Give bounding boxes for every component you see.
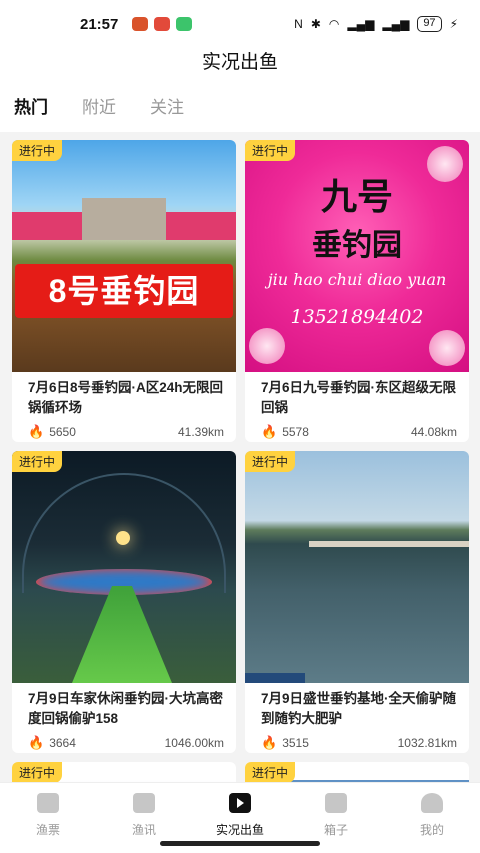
- app-notification-icon: [154, 17, 171, 31]
- status-right: N ✱ ◠ ▂▄▆ ▂▄▆ 97 ⚡: [294, 16, 458, 32]
- live-status-badge: 进行中: [245, 762, 296, 782]
- feed-card[interactable]: 进行中 8号垂钓园 7月6日8号垂钓园·A区24h无限回锅循环场 🔥 5650 …: [12, 140, 236, 442]
- battery-icon: 97: [417, 16, 442, 32]
- view-count: 5578: [282, 425, 309, 439]
- thumbnail-text-line: 垂钓园: [312, 228, 402, 263]
- boat-shape: [245, 673, 305, 683]
- card-title: 7月9日盛世垂钓基地·全天偷驴随到随钓大肥驴: [261, 691, 457, 726]
- walkway-shape: [72, 586, 172, 683]
- distance: 44.08km: [410, 425, 457, 439]
- fire-icon: 🔥: [261, 735, 278, 750]
- nav-profile[interactable]: 我的: [384, 783, 480, 853]
- bluetooth-icon: ✱: [310, 17, 321, 31]
- tab-hot[interactable]: 热门: [14, 88, 48, 132]
- flower-decoration: [249, 328, 285, 364]
- thumbnail-text-line: 九号: [320, 176, 393, 218]
- light-shape: [116, 531, 130, 545]
- live-status-badge: 进行中: [245, 451, 296, 472]
- bottom-navigation: 渔票 渔讯 实况出鱼 箱子 我的: [0, 782, 480, 853]
- flower-decoration: [429, 330, 465, 366]
- view-count: 3515: [282, 736, 309, 750]
- distance: 1032.81km: [397, 736, 457, 750]
- profile-icon: [421, 793, 443, 813]
- distance: 41.39km: [177, 425, 224, 439]
- ticket-icon: [37, 793, 59, 813]
- nav-label: 实况出鱼: [215, 823, 264, 837]
- status-time: 21:57: [80, 15, 119, 33]
- banner-shape: [12, 212, 82, 240]
- card-title: 7月6日九号垂钓园·东区超级无限回锅: [261, 380, 457, 415]
- thumbnail-phone-text: 13521894402: [290, 306, 424, 328]
- notification-icons: [132, 17, 193, 31]
- card-title: 7月6日8号垂钓园·A区24h无限回锅循环场: [28, 380, 224, 415]
- card-thumbnail: 进行中: [12, 451, 236, 683]
- card-meta: 🔥 5578 44.08km: [245, 420, 469, 440]
- live-play-icon: [229, 793, 251, 813]
- feed-card[interactable]: 进行中 7月9日车家休闲垂钓园·大坑高密度回锅偷驴158 🔥 3664 1046…: [12, 451, 236, 753]
- feed-card[interactable]: 进行中: [245, 762, 469, 782]
- card-meta: 🔥 3664 1046.00km: [12, 731, 236, 751]
- tab-bar: 热门 附近 关注: [0, 88, 480, 132]
- fire-icon: 🔥: [261, 424, 278, 439]
- nav-label: 箱子: [323, 823, 348, 837]
- nav-label: 渔讯: [131, 823, 156, 837]
- banner-shape: [166, 212, 236, 240]
- news-icon: [133, 793, 155, 813]
- home-indicator[interactable]: [160, 841, 320, 846]
- dock-shape: [309, 541, 469, 547]
- charging-icon: ⚡: [449, 17, 458, 31]
- feed-card[interactable]: 进行中: [12, 762, 236, 782]
- gate-shape: [82, 198, 166, 240]
- feed-card[interactable]: 进行中 九号 垂钓园 jiu hao chui diao yuan 135218…: [245, 140, 469, 442]
- nav-label: 渔票: [35, 823, 60, 837]
- status-bar: 21:57 N ✱ ◠ ▂▄▆ ▂▄▆ 97 ⚡: [0, 0, 480, 48]
- nav-tickets[interactable]: 渔票: [0, 783, 96, 853]
- view-count: 3664: [49, 736, 76, 750]
- nav-label: 我的: [419, 823, 444, 837]
- distance: 1046.00km: [164, 736, 224, 750]
- tab-nearby[interactable]: 附近: [82, 88, 116, 132]
- live-status-badge: 进行中: [12, 451, 63, 472]
- card-thumbnail: 进行中 8号垂钓园: [12, 140, 236, 372]
- fire-icon: 🔥: [28, 735, 45, 750]
- live-status-badge: 进行中: [12, 140, 63, 161]
- live-status-badge: 进行中: [245, 140, 296, 161]
- card-thumbnail: 进行中 九号 垂钓园 jiu hao chui diao yuan 135218…: [245, 140, 469, 372]
- nfc-icon: N: [294, 17, 303, 31]
- app-notification-icon: [132, 17, 149, 31]
- card-thumbnail: 进行中: [245, 451, 469, 683]
- fire-icon: 🔥: [28, 424, 45, 439]
- card-title: 7月9日车家休闲垂钓园·大坑高密度回锅偷驴158: [28, 691, 224, 726]
- feed-card[interactable]: 进行中 7月9日盛世垂钓基地·全天偷驴随到随钓大肥驴 🔥 3515 1032.8…: [245, 451, 469, 753]
- card-meta: 🔥 5650 41.39km: [12, 420, 236, 440]
- signal-icon: ▂▄▆: [347, 17, 375, 31]
- view-count: 5650: [49, 425, 76, 439]
- signal-icon: ▂▄▆: [382, 17, 410, 31]
- message-notification-icon: [176, 17, 193, 31]
- thumbnail-text-line: jiu hao chui diao yuan: [267, 270, 447, 289]
- box-icon: [325, 793, 347, 813]
- thumbnail-sign-text: 8号垂钓园: [15, 264, 233, 318]
- live-status-badge: 进行中: [12, 762, 63, 782]
- card-meta: 🔥 3515 1032.81km: [245, 731, 469, 751]
- wifi-icon: ◠: [328, 17, 340, 31]
- live-feed[interactable]: 进行中 8号垂钓园 7月6日8号垂钓园·A区24h无限回锅循环场 🔥 5650 …: [0, 132, 480, 782]
- page-title: 实况出鱼: [0, 48, 480, 88]
- tab-following[interactable]: 关注: [150, 88, 184, 132]
